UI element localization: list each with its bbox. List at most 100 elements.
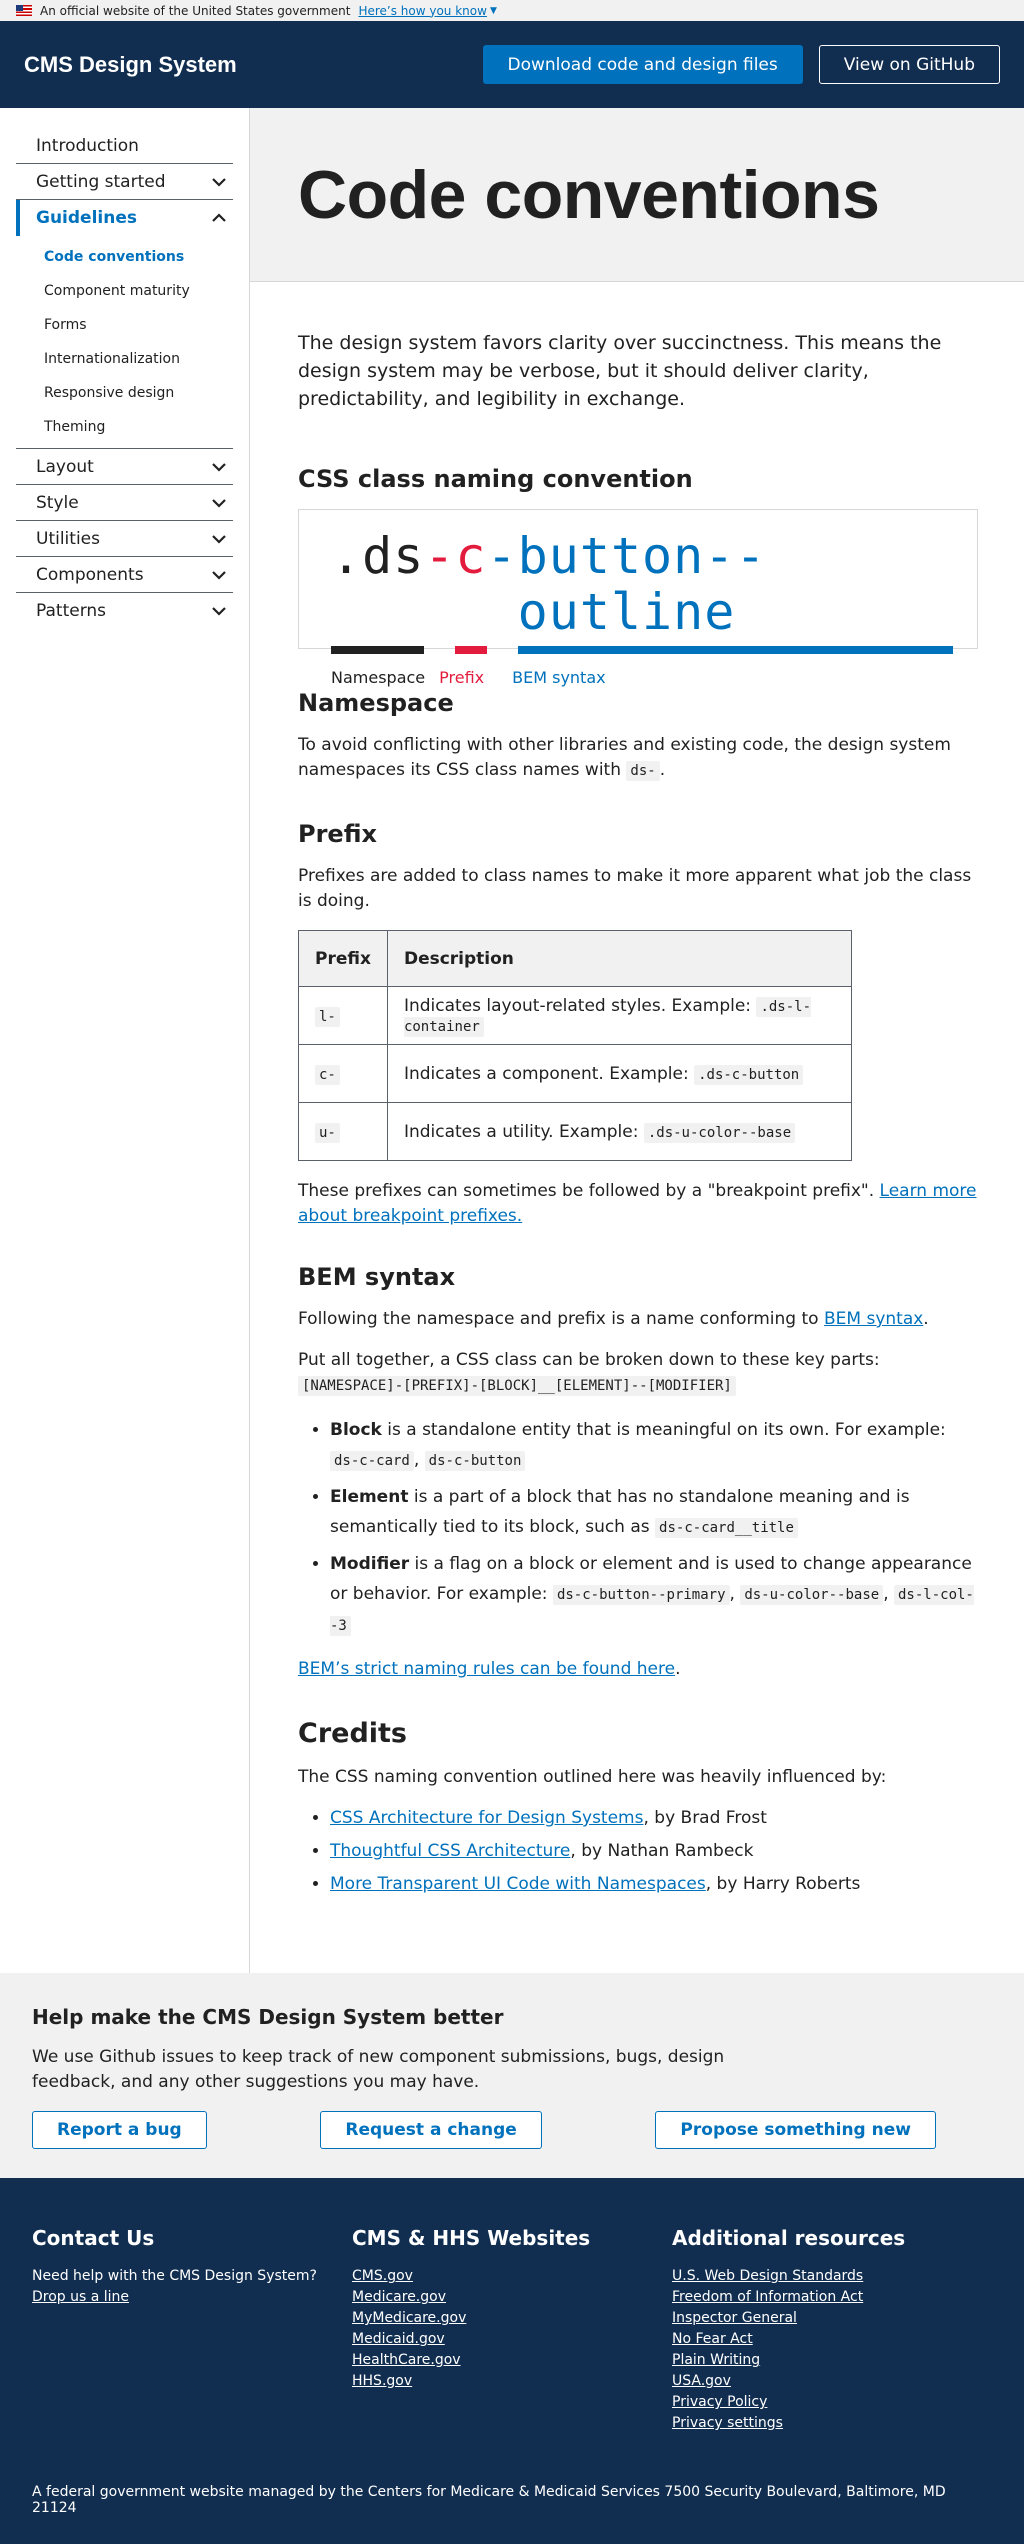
chevron-down-icon: [209, 565, 229, 585]
namespace-code: ds-: [626, 761, 660, 781]
breakpoint-note: These prefixes can sometimes be followed…: [298, 1181, 977, 1226]
github-button[interactable]: View on GitHub: [818, 45, 1000, 84]
credit-link[interactable]: More Transparent UI Code with Namespaces: [330, 1874, 706, 1894]
chevron-down-icon: [209, 493, 229, 513]
credit-link[interactable]: Thoughtful CSS Architecture: [330, 1841, 570, 1861]
prefix-label: Prefix: [439, 668, 485, 687]
footer-link[interactable]: Inspector General: [672, 2308, 992, 2329]
bem-pattern-code: [NAMESPACE]-[PREFIX]-[BLOCK]__[ELEMENT]-…: [298, 1376, 736, 1396]
credits-heading: Credits: [298, 1718, 408, 1749]
site-header: CMS Design System Download code and desi…: [0, 21, 1024, 108]
sidebar-item-getting-started[interactable]: Getting started: [16, 164, 233, 200]
request-change-button[interactable]: Request a change: [320, 2111, 542, 2149]
sidebar-item-label: Introduction: [36, 135, 139, 156]
credits-paragraph: The CSS naming convention outlined here …: [298, 1767, 887, 1787]
chevron-up-icon: [209, 208, 229, 228]
footer-link[interactable]: Medicaid.gov: [352, 2329, 672, 2350]
footer-link[interactable]: Medicare.gov: [352, 2287, 672, 2308]
sidebar-item-utilities[interactable]: Utilities: [16, 521, 233, 557]
footer-heading: Additional resources: [672, 2226, 906, 2250]
footer-link[interactable]: HHS.gov: [352, 2371, 672, 2392]
bem-label: BEM syntax: [512, 668, 606, 687]
footer-contact: Contact Us Need help with the CMS Design…: [32, 2226, 352, 2434]
list-item: Thoughtful CSS Architecture, by Nathan R…: [330, 1839, 978, 1864]
footer-columns: Contact Us Need help with the CMS Design…: [32, 2226, 992, 2434]
site-title[interactable]: CMS Design System: [24, 52, 483, 78]
footer-agency-text: A federal government website managed by …: [32, 2484, 946, 2516]
footer-link[interactable]: Freedom of Information Act: [672, 2287, 992, 2308]
prefix-heading: Prefix: [298, 820, 377, 848]
sidebar-item-label: Guidelines: [36, 208, 137, 228]
prefix-paragraph: Prefixes are added to class names to mak…: [298, 866, 972, 911]
article: The design system favors clarity over su…: [250, 282, 1024, 1973]
table-header-row: Prefix Description: [298, 930, 853, 987]
credits-list: CSS Architecture for Design Systems, by …: [330, 1806, 978, 1897]
prefix-segment: c: [455, 528, 487, 654]
footer-link[interactable]: Plain Writing: [672, 2350, 992, 2371]
column-header-description: Description: [386, 930, 853, 987]
chevron-down-icon: [209, 601, 229, 621]
sidebar-item-introduction[interactable]: Introduction: [16, 128, 233, 164]
sidebar-item-label: Utilities: [36, 528, 100, 549]
footer-link[interactable]: HealthCare.gov: [352, 2350, 672, 2371]
list-item: More Transparent UI Code with Namespaces…: [330, 1872, 978, 1897]
report-bug-button[interactable]: Report a bug: [32, 2111, 207, 2149]
sidebar-item-layout[interactable]: Layout: [16, 449, 233, 485]
footer-sites: CMS & HHS Websites CMS.gov Medicare.gov …: [352, 2226, 672, 2434]
contact-text: Need help with the CMS Design System?: [32, 2268, 317, 2284]
guidelines-subnav: Code conventions Component maturity Form…: [16, 236, 233, 449]
chevron-down-icon: [209, 457, 229, 477]
sidebar-item-guidelines[interactable]: Guidelines: [16, 200, 233, 236]
footer-link[interactable]: No Fear Act: [672, 2329, 992, 2350]
help-text: We use Github issues to keep track of ne…: [32, 2047, 725, 2092]
chevron-down-icon: [209, 172, 229, 192]
page-title: Code conventions: [298, 156, 880, 233]
footer-link[interactable]: USA.gov: [672, 2371, 992, 2392]
example-code: .ds-c-button: [694, 1064, 804, 1085]
sidebar-item-label: Layout: [36, 456, 94, 477]
bem-together: Put all together, a CSS class can be bro…: [298, 1350, 880, 1396]
example-code: .ds-u-color--base: [643, 1122, 796, 1143]
sidebar-subitem-theming[interactable]: Theming: [16, 410, 233, 444]
sidebar-item-patterns[interactable]: Patterns: [16, 593, 233, 629]
bem-syntax-link[interactable]: BEM syntax: [824, 1309, 923, 1329]
credit-link[interactable]: CSS Architecture for Design Systems: [330, 1808, 643, 1828]
gov-banner-text: An official website of the United States…: [40, 3, 351, 18]
namespace-heading: Namespace: [298, 689, 454, 717]
bem-strict-rules-link[interactable]: BEM’s strict naming rules can be found h…: [298, 1659, 675, 1679]
footer-link[interactable]: U.S. Web Design Standards: [672, 2266, 992, 2287]
list-item: CSS Architecture for Design Systems, by …: [330, 1806, 978, 1831]
footer-link[interactable]: Privacy Policy: [672, 2392, 992, 2413]
sidebar-item-components[interactable]: Components: [16, 557, 233, 593]
bem-segment: button--outline: [517, 528, 953, 654]
sidebar-subitem-code-conventions[interactable]: Code conventions: [16, 240, 233, 274]
column-header-prefix: Prefix: [298, 930, 388, 987]
sidebar-subitem-forms[interactable]: Forms: [16, 308, 233, 342]
sidebar-item-label: Patterns: [36, 601, 107, 621]
help-heading: Help make the CMS Design System better: [32, 2005, 504, 2029]
site-footer: Contact Us Need help with the CMS Design…: [0, 2178, 1024, 2544]
footer-link[interactable]: MyMedicare.gov: [352, 2308, 672, 2329]
chevron-down-icon: [209, 529, 229, 549]
bem-parts-list: Block is a standalone entity that is mea…: [330, 1415, 978, 1641]
page-layout: Introduction Getting started Guidelines …: [0, 108, 1024, 1973]
footer-link[interactable]: Privacy settings: [672, 2413, 992, 2434]
list-item: Block is a standalone entity that is mea…: [330, 1415, 978, 1476]
table-row: l- Indicates layout-related styles. Exam…: [298, 986, 853, 1045]
list-item: Modifier is a flag on a block or element…: [330, 1549, 978, 1641]
sidebar-subitem-responsive-design[interactable]: Responsive design: [16, 376, 233, 410]
footer-heading: CMS & HHS Websites: [352, 2226, 591, 2250]
heres-how-you-know-link[interactable]: Here’s how you know: [358, 4, 487, 18]
sidebar-item-style[interactable]: Style: [16, 485, 233, 521]
page-hero: Code conventions: [250, 108, 1024, 282]
list-item: Element is a part of a block that has no…: [330, 1482, 978, 1543]
lead-paragraph: The design system favors clarity over su…: [298, 332, 942, 410]
help-section: Help make the CMS Design System better W…: [0, 1973, 1024, 2178]
drop-us-a-line-link[interactable]: Drop us a line: [32, 2287, 352, 2308]
prefix-code: l-: [315, 1006, 340, 1027]
propose-new-button[interactable]: Propose something new: [655, 2111, 936, 2149]
sidebar-subitem-component-maturity[interactable]: Component maturity: [16, 274, 233, 308]
sidebar-subitem-internationalization[interactable]: Internationalization: [16, 342, 233, 376]
download-button[interactable]: Download code and design files: [482, 45, 803, 84]
footer-link[interactable]: CMS.gov: [352, 2266, 672, 2287]
